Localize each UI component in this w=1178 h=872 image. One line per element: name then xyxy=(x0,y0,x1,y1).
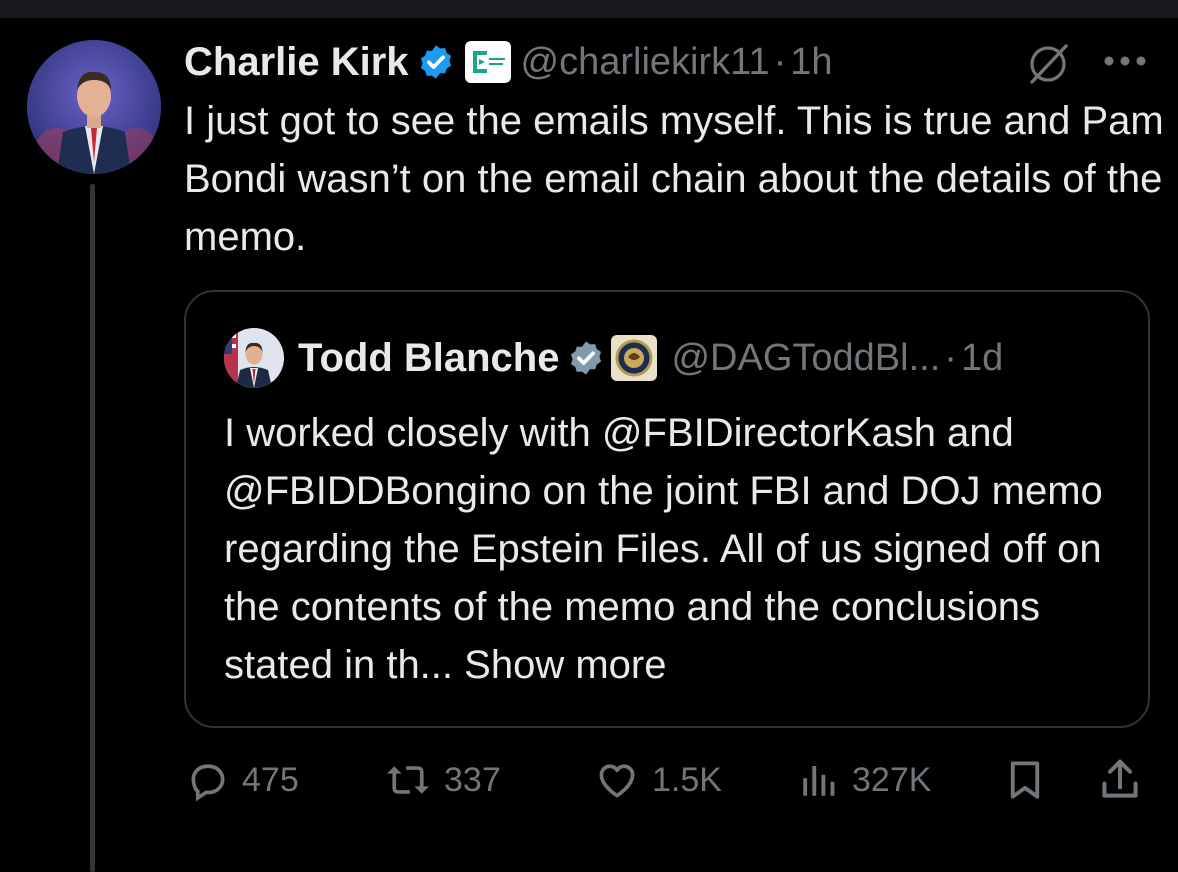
doj-seal-badge-icon[interactable] xyxy=(611,335,658,381)
more-icon[interactable] xyxy=(1102,54,1148,68)
share-icon xyxy=(1098,756,1142,804)
share-button[interactable] xyxy=(1098,752,1142,808)
author-name[interactable]: Charlie Kirk xyxy=(184,40,409,85)
thread-line xyxy=(90,184,95,872)
bookmark-icon xyxy=(1004,756,1046,804)
like-button[interactable]: 1.5K xyxy=(594,752,722,808)
avatar-portrait xyxy=(224,328,284,388)
action-bar: 475 337 1.5K 327K xyxy=(184,752,1150,808)
views-icon xyxy=(798,758,840,802)
quoted-tweet-text: I worked closely with @FBIDirectorKash a… xyxy=(224,404,1124,694)
tweet-header: Charlie Kirk @charliekirk11 · 1h xyxy=(184,36,833,88)
quoted-author-name[interactable]: Todd Blanche xyxy=(298,336,559,381)
like-count: 1.5K xyxy=(652,760,722,799)
quoted-tweet-header: Todd Blanche @DAGToddBl... · 1d xyxy=(298,332,1003,384)
show-more-link[interactable]: Show more xyxy=(464,643,666,687)
author-handle[interactable]: @charliekirk11 xyxy=(521,41,770,84)
grok-icon[interactable] xyxy=(1024,40,1072,88)
reply-icon xyxy=(186,758,230,802)
author-avatar[interactable] xyxy=(27,40,161,174)
views-count: 327K xyxy=(852,760,932,799)
like-icon xyxy=(594,758,640,802)
bookmark-button[interactable] xyxy=(1004,752,1046,808)
avatar-portrait xyxy=(27,40,161,174)
separator-dot: · xyxy=(773,40,787,83)
reply-button[interactable]: 475 xyxy=(186,752,299,808)
verified-badge-icon[interactable] xyxy=(567,339,605,377)
separator-dot: · xyxy=(944,336,957,379)
views-button[interactable]: 327K xyxy=(798,752,931,808)
quoted-author-handle[interactable]: @DAGToddBl... xyxy=(671,337,940,380)
tweet-text: I just got to see the emails myself. Thi… xyxy=(184,99,1164,259)
quoted-tweet-card[interactable]: Todd Blanche @DAGToddBl... · 1d I worked… xyxy=(184,290,1150,728)
quoted-tweet-time[interactable]: 1d xyxy=(961,337,1003,380)
turning-point-badge-icon[interactable] xyxy=(464,41,511,83)
quoted-author-avatar[interactable] xyxy=(224,328,284,388)
verified-badge-icon[interactable] xyxy=(417,43,455,81)
top-bar xyxy=(0,0,1178,18)
repost-count: 337 xyxy=(444,760,501,799)
reply-count: 475 xyxy=(242,760,299,799)
repost-icon xyxy=(384,758,432,802)
repost-button[interactable]: 337 xyxy=(384,752,501,808)
tweet-time[interactable]: 1h xyxy=(790,41,832,84)
